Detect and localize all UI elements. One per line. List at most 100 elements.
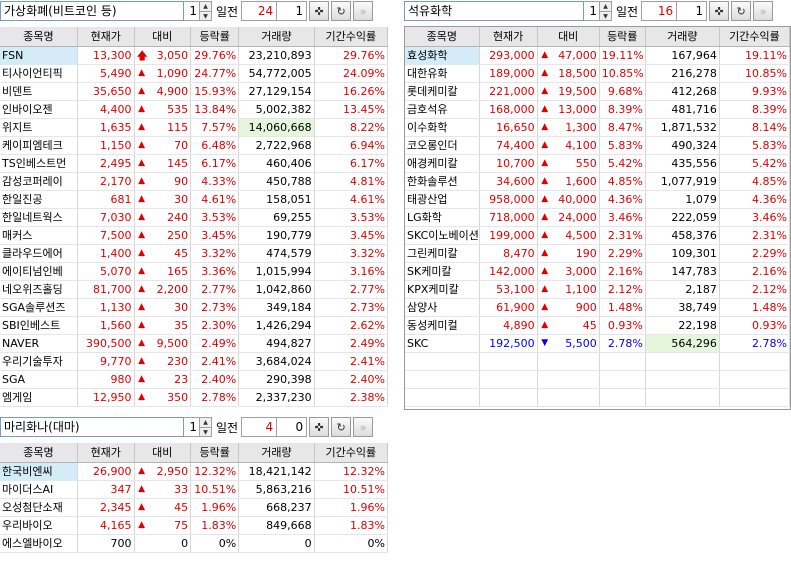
theme-select[interactable]: 가상화폐(비트코인 등) [0, 1, 184, 21]
table-row[interactable]: 한화솔루션 34,600 ▲ 1,600 4.85% 1,077,919 4.85% [405, 172, 791, 191]
table-row[interactable]: 롯데케미칼 221,000 ▲ 19,500 9.68% 412,268 9.93% [405, 82, 791, 101]
stock-name[interactable]: 클라우드에어 [0, 244, 78, 263]
table-row[interactable]: 대한유화 189,000 ▲ 18,500 10.85% 216,278 10.85% [405, 64, 791, 83]
stock-name[interactable]: 우리기술투자 [0, 352, 78, 371]
refresh-button[interactable]: ↻ [331, 417, 352, 437]
table-row[interactable]: SKC이노베이션 199,000 ▲ 4,500 2.31% 458,376 2.31% [405, 226, 791, 245]
table-row[interactable]: 동성케미컬 4,890 ▲ 45 0.93% 22,198 0.93% [405, 316, 791, 335]
table-row[interactable]: 한일네트웍스 7,030 ▲ 240 3.53% 69,255 3.53% [0, 208, 389, 227]
stock-name[interactable]: 티사이언티픽 [0, 64, 78, 83]
stock-name[interactable]: LG화학 [405, 208, 480, 227]
period-spinner[interactable]: ▲ ▼ [600, 1, 612, 21]
table-row[interactable]: SBI인베스트 1,560 ▲ 35 2.30% 1,426,294 2.62% [0, 316, 389, 335]
next-button[interactable]: » [353, 1, 374, 21]
table-row[interactable]: LG화학 718,000 ▲ 24,000 3.46% 222,059 3.46% [405, 208, 791, 227]
table-row[interactable]: 삼양사 61,900 ▲ 900 1.48% 38,749 1.48% [405, 298, 791, 317]
table-row[interactable]: SKC 192,500 ▼ 5,500 2.78% 564,296 2.78% [405, 334, 791, 353]
period-spinner[interactable]: ▲ ▼ [200, 417, 212, 437]
stock-name[interactable]: 동성케미컬 [405, 316, 480, 335]
period-input[interactable]: 1 [184, 1, 200, 21]
stock-name[interactable]: 감성코퍼레이 [0, 172, 78, 191]
table-row[interactable]: 매커스 7,500 ▲ 250 3.45% 190,779 3.45% [0, 226, 389, 245]
stock-name[interactable]: 우리바이오 [0, 516, 78, 535]
stock-name[interactable]: SGA [0, 370, 78, 389]
table-row[interactable]: 위지트 1,635 ▲ 115 7.57% 14,060,668 8.22% [0, 118, 389, 137]
next-button[interactable]: » [353, 417, 374, 437]
stock-name[interactable]: FSN [0, 46, 78, 65]
refresh-button[interactable]: ↻ [331, 1, 352, 21]
table-row[interactable]: 태광산업 958,000 ▲ 40,000 4.36% 1,079 4.36% [405, 190, 791, 209]
column-header[interactable]: 대비 [134, 27, 192, 47]
pin-button[interactable]: ✜ [709, 1, 730, 21]
triangle-up-icon[interactable]: ▲ [200, 418, 211, 427]
stock-name[interactable]: KPX케미칼 [405, 280, 480, 299]
column-header[interactable]: 현재가 [77, 443, 135, 463]
stock-name[interactable]: 엠게임 [0, 388, 78, 407]
refresh-button[interactable]: ↻ [731, 1, 752, 21]
stock-name[interactable]: 오성첨단소재 [0, 498, 78, 517]
stock-name[interactable]: 한일네트웍스 [0, 208, 78, 227]
table-row[interactable]: SGA 980 ▲ 23 2.40% 290,398 2.40% [0, 370, 389, 389]
column-header[interactable]: 기간수익률 [314, 443, 389, 463]
stock-name[interactable]: 태광산업 [405, 190, 480, 209]
column-header[interactable]: 거래량 [238, 443, 315, 463]
column-header[interactable]: 거래량 [238, 27, 315, 47]
table-row[interactable]: 한국비엔씨 26,900 ▲ 2,950 12.32% 18,421,142 12.32% [0, 462, 389, 481]
column-header[interactable]: 현재가 [77, 27, 135, 47]
stock-name[interactable]: 대한유화 [405, 64, 480, 83]
table-row[interactable]: 그린케미칼 8,470 ▲ 190 2.29% 109,301 2.29% [405, 244, 791, 263]
table-row[interactable]: 비덴트 35,650 ▲ 4,900 15.93% 27,129,154 16.26% [0, 82, 389, 101]
table-row[interactable]: 에이티넘인베 5,070 ▲ 165 3.36% 1,015,994 3.16% [0, 262, 389, 281]
stock-name[interactable]: 코오롱인더 [405, 136, 480, 155]
stock-name[interactable]: 매커스 [0, 226, 78, 245]
stock-name[interactable]: SK케미칼 [405, 262, 480, 281]
stock-name[interactable]: 삼양사 [405, 298, 480, 317]
table-row[interactable]: 클라우드에어 1,400 ▲ 45 3.32% 474,579 3.32% [0, 244, 389, 263]
period-input[interactable]: 1 [184, 417, 200, 437]
stock-name[interactable]: 이수화학 [405, 118, 480, 137]
period-input[interactable]: 1 [584, 1, 600, 21]
table-row[interactable]: 인바이오젠 4,400 ▲ 535 13.84% 5,002,382 13.45% [0, 100, 389, 119]
stock-name[interactable]: 케이피엠테크 [0, 136, 78, 155]
column-header[interactable]: 등락률 [190, 443, 240, 463]
table-row[interactable]: 코오롱인더 74,400 ▲ 4,100 5.83% 490,324 5.83% [405, 136, 791, 155]
table-row[interactable]: 이수화학 16,650 ▲ 1,300 8.47% 1,871,532 8.14% [405, 118, 791, 137]
column-header[interactable]: 대비 [537, 27, 600, 47]
triangle-up-icon[interactable]: ▲ [200, 2, 211, 11]
stock-name[interactable]: SKC이노베이션 [405, 226, 480, 245]
stock-name[interactable]: 그린케미칼 [405, 244, 480, 263]
table-row[interactable]: NAVER 390,500 ▲ 9,500 2.49% 494,827 2.49% [0, 334, 389, 353]
table-row[interactable]: 에스엘바이오 700 0 0% 0 0% [0, 534, 389, 553]
next-button[interactable]: » [753, 1, 774, 21]
stock-name[interactable]: NAVER [0, 334, 78, 353]
stock-name[interactable]: 위지트 [0, 118, 78, 137]
column-header[interactable]: 기간수익률 [719, 27, 791, 47]
stock-name[interactable]: 에스엘바이오 [0, 534, 78, 553]
column-header[interactable]: 현재가 [479, 27, 538, 47]
stock-name[interactable]: 마이더스AI [0, 480, 78, 499]
stock-name[interactable]: TS인베스트먼 [0, 154, 78, 173]
table-row[interactable]: 우리기술투자 9,770 ▲ 230 2.41% 3,684,024 2.41% [0, 352, 389, 371]
stock-name[interactable]: 효성화학 [405, 46, 480, 65]
table-row[interactable]: 오성첨단소재 2,345 ▲ 45 1.96% 668,237 1.96% [0, 498, 389, 517]
table-row[interactable]: 케이피엠테크 1,150 ▲ 70 6.48% 2,722,968 6.94% [0, 136, 389, 155]
stock-name[interactable]: SGA솔루션즈 [0, 298, 78, 317]
stock-name[interactable]: 롯데케미칼 [405, 82, 480, 101]
table-row[interactable]: KPX케미칼 53,100 ▲ 1,100 2.12% 2,187 2.12% [405, 280, 791, 299]
stock-name[interactable]: 비덴트 [0, 82, 78, 101]
table-row[interactable]: 티사이언티픽 5,490 ▲ 1,090 24.77% 54,772,005 24.09% [0, 64, 389, 83]
stock-name[interactable]: 인바이오젠 [0, 100, 78, 119]
table-row[interactable]: 우리바이오 4,165 ▲ 75 1.83% 849,668 1.83% [0, 516, 389, 535]
stock-name[interactable]: 금호석유 [405, 100, 480, 119]
stock-name[interactable]: 한화솔루션 [405, 172, 480, 191]
table-row[interactable]: FSN 13,300 🡅 3,050 29.76% 23,210,893 29.76% [0, 46, 389, 65]
table-row[interactable]: SGA솔루션즈 1,130 ▲ 30 2.73% 349,184 2.73% [0, 298, 389, 317]
stock-name[interactable]: SBI인베스트 [0, 316, 78, 335]
table-row[interactable]: 엠게임 12,950 ▲ 350 2.78% 2,337,230 2.38% [0, 388, 389, 407]
triangle-down-icon[interactable]: ▼ [200, 427, 211, 437]
table-row[interactable]: TS인베스트먼 2,495 ▲ 145 6.17% 460,406 6.17% [0, 154, 389, 173]
triangle-up-icon[interactable]: ▲ [600, 2, 611, 11]
table-row[interactable]: 한일진공 681 ▲ 30 4.61% 158,051 4.61% [0, 190, 389, 209]
pin-button[interactable]: ✜ [309, 1, 330, 21]
triangle-down-icon[interactable]: ▼ [200, 11, 211, 21]
